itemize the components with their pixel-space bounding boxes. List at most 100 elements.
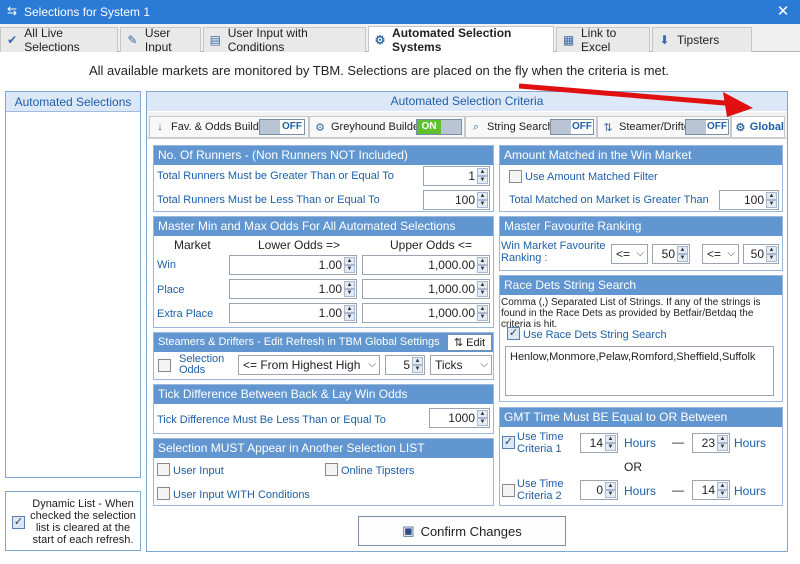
amount-filter-label: Use Amount Matched Filter xyxy=(525,171,658,183)
steamers-from-select[interactable]: <= From Highest High ⌵ xyxy=(238,355,380,375)
market-place: Place xyxy=(157,284,185,296)
fav-title: Master Favourite Ranking xyxy=(500,217,782,236)
race-search-checkbox[interactable]: ✓ xyxy=(507,327,520,340)
criteria-subtabs: ↓ Fav. & Odds Builder OFF ⚙ Greyhound Buil… xyxy=(147,112,787,139)
app-icon: ⇆ xyxy=(6,4,18,18)
runners-lt-label: Total Runners Must be Less Than or Equal… xyxy=(157,194,380,206)
fav-v2-input[interactable]: 50 ▲ ▼ xyxy=(743,244,779,264)
time2-dash: — xyxy=(672,483,684,497)
time1-label: Use Time Criteria 1 xyxy=(517,431,564,455)
extra-place-lower-input[interactable]: 1.00 ▲ ▼ xyxy=(229,303,357,323)
online-tipsters-checkbox[interactable] xyxy=(325,463,338,476)
dynamic-list-label: Dynamic List - When checked the selectio… xyxy=(30,498,136,546)
win-upper-input[interactable]: 1,000.00 ▲ ▼ xyxy=(362,255,490,275)
fav-label: Win Market Favourite Ranking : xyxy=(501,240,606,264)
race-search-label: Use Race Dets String Search xyxy=(523,329,667,341)
automated-selections-panel: Automated Selections xyxy=(5,91,141,478)
fav-op1-select[interactable]: <= ⌵ xyxy=(611,244,648,264)
tab-user-input[interactable]: ✎ User Input xyxy=(120,26,201,54)
steamer-drifter-toggle[interactable]: OFF xyxy=(685,119,729,135)
selection-odds-checkbox[interactable] xyxy=(158,359,171,372)
save-icon: ▣ xyxy=(402,523,415,538)
master-odds-title: Master Min and Max Odds For All Automate… xyxy=(154,217,493,236)
tick-input[interactable]: 1000 ▲ ▼ xyxy=(429,408,490,428)
race-desc: Comma (,) Separated List of Strings. If … xyxy=(501,297,761,330)
tab-tipsters[interactable]: ⬇ Tipsters xyxy=(652,27,752,52)
gears-icon: ⚙ xyxy=(315,121,325,134)
user-input-checkbox[interactable] xyxy=(157,463,170,476)
time2-start-input[interactable]: 0 ▲ ▼ xyxy=(580,480,618,500)
sort-icon: ↓ xyxy=(157,121,163,133)
arrows-icon: ⇅ xyxy=(603,121,613,134)
time2-checkbox[interactable] xyxy=(502,484,515,497)
runners-gt-spinner[interactable]: ▲ ▼ xyxy=(477,168,488,184)
fav-odds-toggle[interactable]: OFF xyxy=(259,119,305,135)
col-market: Market xyxy=(174,238,211,252)
tab-link-to-excel[interactable]: ▦ Link to Excel xyxy=(556,26,650,54)
selection-odds-label: Selection Odds xyxy=(179,353,225,376)
time1-start-input[interactable]: 14 ▲ ▼ xyxy=(580,433,618,453)
fav-op2-select[interactable]: <= ⌵ xyxy=(702,244,739,264)
excel-icon: ▦ xyxy=(562,33,575,47)
time2-hours-a: Hours xyxy=(624,484,657,498)
time2-label: Use Time Criteria 2 xyxy=(517,478,564,502)
tab-bar: ✔ All Live Selections ✎ User Input ▤ User I… xyxy=(0,24,800,54)
chevron-down-icon: ⌵ xyxy=(368,359,376,370)
checkmark-icon: ✔ xyxy=(7,33,18,47)
dynamic-list-box: ✓ Dynamic List - When checked the select… xyxy=(5,491,141,551)
user-input-conditions-label: User Input WITH Conditions xyxy=(173,489,310,501)
dynamic-list-checkbox[interactable]: ✓ xyxy=(12,516,25,529)
amount-input[interactable]: 100 ▲ ▼ xyxy=(719,190,779,210)
string-search-toggle[interactable]: OFF xyxy=(550,119,594,135)
runners-lt-input[interactable]: 100 ▲ ▼ xyxy=(423,190,490,210)
tab-automated-selection-systems[interactable]: ⚙ Automated Selection Systems xyxy=(368,26,554,54)
race-title: Race Dets String Search xyxy=(500,276,782,295)
tick-title: Tick Difference Between Back & Lay Win O… xyxy=(154,385,493,404)
document-icon: ▤ xyxy=(209,33,222,47)
place-lower-input[interactable]: 1.00 ▲ ▼ xyxy=(229,279,357,299)
runners-lt-spinner[interactable]: ▲ ▼ xyxy=(477,192,488,208)
col-lower: Lower Odds => xyxy=(258,238,341,252)
steamers-title: Steamers & Drifters - Edit Refresh in TB… xyxy=(154,333,493,352)
race-strings-textarea[interactable]: Henlow,Monmore,Pelaw,Romford,Sheffield,S… xyxy=(505,346,774,396)
gmt-title: GMT Time Must BE Equal to OR Between xyxy=(500,408,782,427)
time1-hours-a: Hours xyxy=(624,436,657,450)
edit-icon: ✎ xyxy=(127,33,138,47)
user-input-conditions-checkbox[interactable] xyxy=(157,487,170,500)
confirm-changes-button[interactable]: ▣ Confirm Changes xyxy=(358,516,566,546)
user-input-label: User Input xyxy=(173,465,224,477)
or-label: OR xyxy=(624,460,642,474)
runners-title: No. Of Runners - (Non Runners NOT Includ… xyxy=(154,146,493,165)
fav-v1-input[interactable]: 50 ▲ ▼ xyxy=(652,244,690,264)
win-lower-input[interactable]: 1.00 ▲ ▼ xyxy=(229,255,357,275)
criteria-title: Automated Selection Criteria xyxy=(147,92,787,111)
edit-button[interactable]: ⇅ Edit xyxy=(447,334,492,351)
tick-label: Tick Difference Must Be Less Than or Equ… xyxy=(157,414,386,426)
title-bar: ⇆ Selections for System 1 ✕ xyxy=(0,0,800,24)
gear-icon: ⚙ xyxy=(735,121,746,134)
steamers-unit-select[interactable]: Ticks ⌵ xyxy=(430,355,492,375)
automated-selections-title: Automated Selections xyxy=(6,92,140,112)
chevron-down-icon: ⌵ xyxy=(636,248,644,259)
market-win: Win xyxy=(157,259,176,271)
subtab-global[interactable]: ⚙ Global xyxy=(731,116,785,138)
time1-hours-b: Hours xyxy=(734,436,767,450)
greyhound-toggle[interactable]: ON xyxy=(416,119,462,135)
time2-hours-b: Hours xyxy=(734,484,767,498)
amount-label: Total Matched on Market is Greater Than xyxy=(509,194,709,206)
time2-end-input[interactable]: 14 ▲ ▼ xyxy=(692,480,730,500)
online-tipsters-label: Online Tipsters xyxy=(341,465,415,477)
download-icon: ⬇ xyxy=(659,33,670,47)
time1-checkbox[interactable]: ✓ xyxy=(502,436,515,449)
info-text: All available markets are monitored by T… xyxy=(89,63,669,78)
place-upper-input[interactable]: 1,000.00 ▲ ▼ xyxy=(362,279,490,299)
runners-gt-input[interactable]: 1 ▲ ▼ xyxy=(423,166,490,186)
steamers-count-input[interactable]: 5 ▲ ▼ xyxy=(385,355,425,375)
amount-filter-checkbox[interactable] xyxy=(509,170,522,183)
tab-all-live-selections[interactable]: ✔ All Live Selections xyxy=(0,26,118,54)
time1-end-input[interactable]: 23 ▲ ▼ xyxy=(692,433,730,453)
tab-user-input-with-conditions[interactable]: ▤ User Input with Conditions xyxy=(203,26,366,54)
chevron-down-icon: ⌵ xyxy=(727,248,735,259)
extra-place-upper-input[interactable]: 1,000.00 ▲ ▼ xyxy=(362,303,490,323)
close-button[interactable]: ✕ xyxy=(772,2,794,22)
